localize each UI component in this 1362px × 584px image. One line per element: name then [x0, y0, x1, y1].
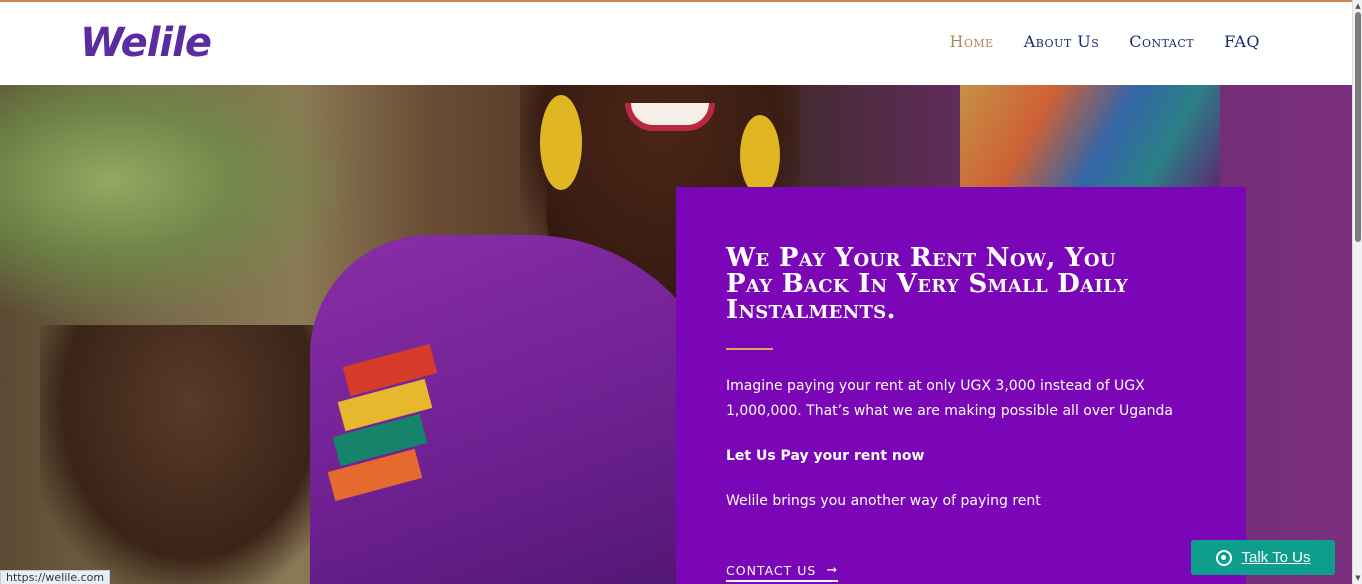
scrollbar-thumb[interactable] [1355, 12, 1361, 242]
contact-us-button[interactable]: CONTACT US ➞ [726, 563, 839, 582]
nav-home[interactable]: Home [949, 32, 993, 51]
talk-to-us-label: Talk To Us [1241, 549, 1311, 566]
contact-us-label: CONTACT US [726, 563, 817, 578]
hero-paragraph-tagline: Welile brings you another way of paying … [726, 493, 1041, 509]
hero-paragraph-callout: Let Us Pay your rent now [726, 448, 925, 464]
browser-status-url: https://welile.com [0, 570, 111, 584]
smile [625, 103, 715, 131]
nav-contact[interactable]: Contact [1129, 32, 1194, 51]
page-scrollbar[interactable]: ▲ ▼ [1352, 0, 1362, 584]
hero-background-plants [0, 85, 360, 325]
talk-to-us-button[interactable]: Talk To Us [1191, 540, 1335, 575]
hero-background-artwork [960, 85, 1220, 195]
whatsapp-icon [1215, 549, 1232, 566]
main-nav: Home About Us Contact FAQ [949, 32, 1260, 51]
earring-right [740, 115, 780, 195]
hero-card: We Pay Your Rent Now, You Pay Back In Ve… [676, 187, 1246, 584]
headline-divider [726, 348, 773, 350]
site-header: Welile Home About Us Contact FAQ [0, 2, 1352, 85]
scroll-up-icon[interactable]: ▲ [1354, 2, 1362, 10]
hero-paragraph-intro: Imagine paying your rent at only UGX 3,0… [726, 378, 1174, 419]
arrow-right-icon: ➞ [826, 563, 839, 578]
nav-about-us[interactable]: About Us [1024, 32, 1100, 51]
hero-headline: We Pay Your Rent Now, You Pay Back In Ve… [726, 243, 1129, 325]
nav-faq[interactable]: FAQ [1224, 32, 1260, 51]
site-logo[interactable]: Welile [80, 20, 212, 66]
scroll-down-icon[interactable]: ▼ [1354, 574, 1362, 582]
earring-left [540, 95, 582, 190]
hero-background-furniture [40, 325, 340, 584]
